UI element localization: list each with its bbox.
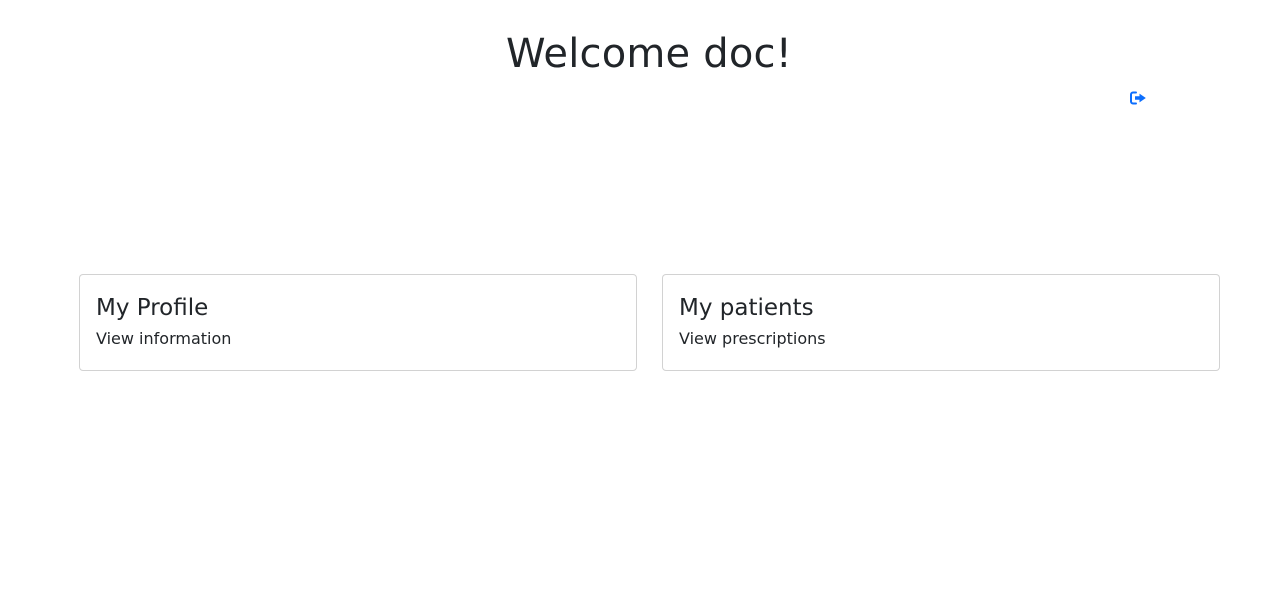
- logout-button[interactable]: [1128, 89, 1148, 107]
- dashboard-page: Welcome doc! My Profile View information…: [0, 0, 1280, 590]
- card-text: View information: [96, 329, 232, 348]
- page-title: Welcome doc!: [506, 31, 792, 77]
- dashboard-cards: My Profile View information My patients …: [79, 274, 1220, 371]
- card-text: View prescriptions: [679, 329, 826, 348]
- card-title: My Profile: [96, 295, 209, 321]
- card-title: My patients: [679, 295, 814, 321]
- my-profile-card[interactable]: My Profile View information: [79, 274, 637, 371]
- my-patients-card[interactable]: My patients View prescriptions: [662, 274, 1220, 371]
- sign-out-icon: [1129, 91, 1147, 105]
